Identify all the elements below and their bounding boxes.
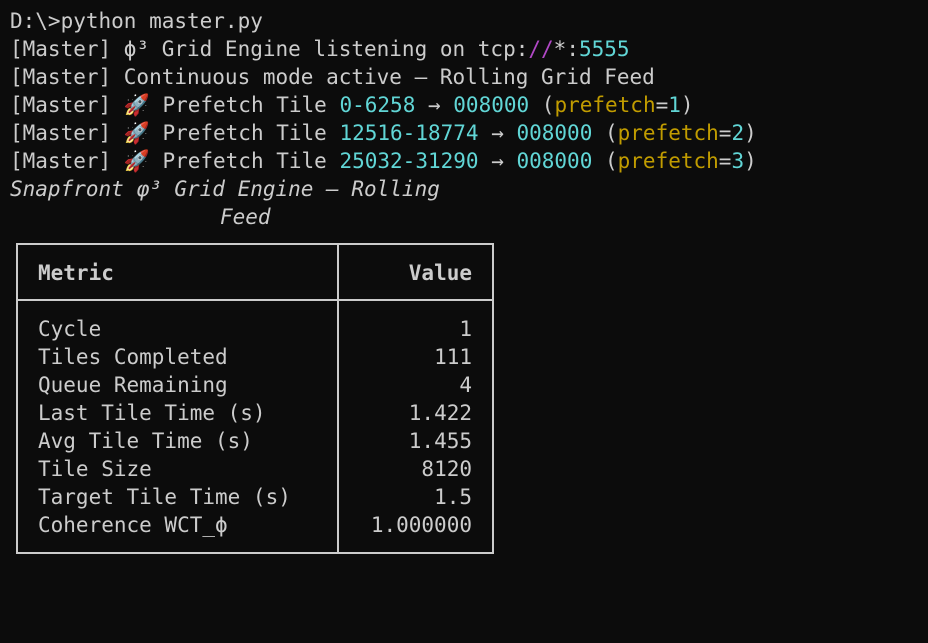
- prompt-line: D:\>python master.py: [10, 9, 263, 33]
- range-end: 6258: [364, 93, 416, 117]
- table-title: Snapfront φ³ Grid Engine — Rolling: [10, 177, 440, 201]
- equals: =: [718, 149, 732, 173]
- continuous-log-line: [Master] Continuous mode active — Rollin…: [10, 65, 655, 89]
- listen-star: *:: [553, 37, 579, 61]
- prefetch-num: 3: [731, 149, 745, 173]
- prefetch-log-line: [Master] 🚀 Prefetch Tile 0-6258 → 008000…: [10, 91, 694, 119]
- target-value: 008000: [453, 93, 530, 117]
- listen-prefix: [Master] ϕ³ Grid Engine listening on tcp…: [10, 37, 529, 61]
- prefetch-key: prefetch: [554, 93, 656, 117]
- metrics-table: Metric Value Cycle 1 Tiles Completed 111…: [16, 243, 494, 554]
- row-value: 1.5: [434, 485, 472, 509]
- range-start: 12516: [339, 121, 403, 145]
- listen-log-line: [Master] ϕ³ Grid Engine listening on tcp…: [10, 35, 630, 63]
- log-prefix: [Master]: [10, 149, 124, 173]
- prefetch-log-line: [Master] 🚀 Prefetch Tile 12516-18774 → 0…: [10, 119, 757, 147]
- equals: =: [655, 93, 669, 117]
- arrow: →: [415, 93, 454, 117]
- range-end: 18774: [415, 121, 479, 145]
- row-value: 1.000000: [370, 513, 472, 537]
- row-value: 111: [434, 345, 472, 369]
- row-value: 8120: [421, 457, 472, 481]
- header-divider: [16, 299, 494, 305]
- row-value: 1: [459, 317, 472, 341]
- prefetch-num: 2: [731, 121, 745, 145]
- paren-close: ): [744, 149, 757, 173]
- listen-port: 5555: [578, 37, 630, 61]
- paren-open: (: [529, 93, 555, 117]
- prefetch-label: Prefetch Tile: [149, 149, 340, 173]
- equals: =: [718, 121, 732, 145]
- row-value: 1.455: [408, 429, 472, 453]
- log-prefix: [Master]: [10, 121, 124, 145]
- row-metric: Queue Remaining: [38, 373, 228, 397]
- row-metric: Coherence WCT_ϕ: [38, 513, 228, 537]
- paren-open: (: [592, 121, 618, 145]
- rocket-icon: 🚀: [123, 93, 150, 117]
- range-dash: -: [402, 121, 416, 145]
- range-start: 0: [339, 93, 353, 117]
- column-divider: [337, 243, 343, 554]
- prefetch-label: Prefetch Tile: [149, 93, 340, 117]
- prefetch-label: Prefetch Tile: [149, 121, 340, 145]
- row-metric: Target Tile Time (s): [38, 485, 291, 509]
- target-value: 008000: [516, 121, 593, 145]
- row-metric: Tiles Completed: [38, 345, 228, 369]
- prefetch-key: prefetch: [617, 149, 719, 173]
- range-start: 25032: [339, 149, 403, 173]
- rocket-icon: 🚀: [123, 149, 150, 173]
- target-value: 008000: [516, 149, 593, 173]
- row-value: 4: [459, 373, 472, 397]
- terminal-window[interactable]: D:\>python master.py [Master] ϕ³ Grid En…: [0, 0, 928, 643]
- prefetch-key: prefetch: [617, 121, 719, 145]
- range-dash: -: [352, 93, 365, 117]
- row-metric: Last Tile Time (s): [38, 401, 266, 425]
- header-value: Value: [408, 261, 472, 285]
- row-metric: Tile Size: [38, 457, 152, 481]
- prefetch-num: 1: [668, 93, 681, 117]
- row-metric: Avg Tile Time (s): [38, 429, 253, 453]
- range-end: 31290: [415, 149, 479, 173]
- log-prefix: [Master]: [10, 93, 124, 117]
- table-title-continued: Feed: [220, 205, 271, 229]
- paren-close: ): [680, 93, 694, 117]
- header-metric: Metric: [38, 261, 114, 285]
- prefetch-log-line: [Master] 🚀 Prefetch Tile 25032-31290 → 0…: [10, 147, 757, 175]
- rocket-icon: 🚀: [123, 121, 150, 145]
- arrow: →: [478, 121, 517, 145]
- arrow: →: [478, 149, 517, 173]
- listen-slashes: //: [528, 37, 554, 61]
- paren-open: (: [592, 149, 618, 173]
- paren-close: ): [744, 121, 757, 145]
- row-value: 1.422: [408, 401, 472, 425]
- range-dash: -: [402, 149, 416, 173]
- row-metric: Cycle: [38, 317, 102, 341]
